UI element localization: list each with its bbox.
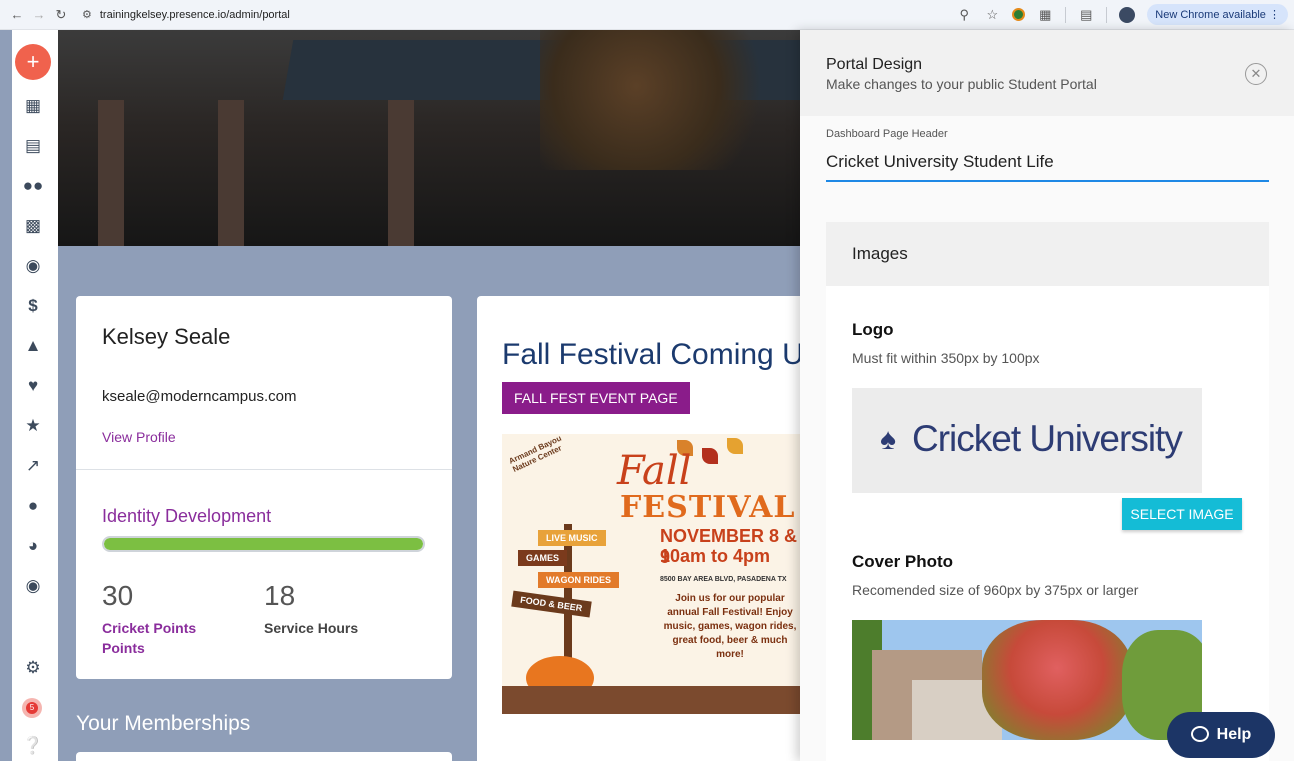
back-icon[interactable]: ← bbox=[6, 7, 28, 22]
document-icon[interactable]: ▤ bbox=[12, 136, 54, 156]
tab-search-icon[interactable]: ▤ bbox=[1078, 7, 1094, 23]
cover-photo-heading: Cover Photo bbox=[852, 552, 954, 571]
featured-event-card: Fall Festival Coming Up FALL FEST EVENT … bbox=[477, 296, 817, 761]
identity-development-title[interactable]: Identity Development bbox=[102, 506, 271, 527]
stat-value: 30 bbox=[102, 580, 134, 611]
profile-card: Kelsey Seale kseale@moderncampus.com Vie… bbox=[76, 296, 452, 679]
wolf-logo-icon: ♠ bbox=[880, 423, 896, 456]
logo-preview: ♠ Cricket University bbox=[852, 388, 1202, 493]
logo-hint: Must fit within 350px by 100px bbox=[852, 350, 1040, 366]
stat-label: Service Hours bbox=[264, 618, 358, 638]
poster-blurb: Join us for our popular annual Fall Fest… bbox=[663, 593, 797, 660]
poster-sign: GAMES bbox=[518, 550, 568, 566]
globe-icon[interactable]: ◉ bbox=[12, 256, 54, 276]
stat-label-line: Service Hours bbox=[264, 620, 359, 636]
new-chrome-button[interactable]: New Chrome available ⋮ bbox=[1147, 4, 1288, 25]
profile-avatar[interactable] bbox=[1119, 6, 1136, 23]
view-profile-link[interactable]: View Profile bbox=[102, 429, 176, 445]
poster-org: Armand Bayou Nature Center bbox=[507, 434, 564, 474]
stat-label-line: Points bbox=[102, 640, 145, 656]
profile-name: Kelsey Seale bbox=[102, 324, 231, 349]
leaf-icon bbox=[727, 438, 743, 454]
cover-image bbox=[58, 30, 800, 246]
poster-fall: Fall bbox=[617, 448, 692, 494]
fall-fest-event-button[interactable]: FALL FEST EVENT PAGE bbox=[502, 382, 690, 414]
poster-sign: LIVE MUSIC bbox=[538, 530, 606, 546]
toolbar-divider bbox=[1065, 6, 1067, 23]
hero-pillar bbox=[388, 100, 414, 246]
header-field-label: Dashboard Page Header bbox=[826, 128, 948, 140]
profile-email: kseale@moderncampus.com bbox=[102, 388, 297, 405]
panel-title: Portal Design bbox=[826, 56, 923, 73]
poster-time: 10am to 4pm bbox=[660, 546, 771, 566]
notification-icon[interactable]: 5 bbox=[22, 698, 42, 718]
gear-icon[interactable]: ⚙ bbox=[12, 658, 54, 678]
stat-label[interactable]: Cricket Points Points bbox=[102, 618, 196, 658]
hero-pillar bbox=[218, 100, 244, 246]
poster-sign: FOOD & BEER bbox=[511, 590, 592, 618]
puzzle-icon[interactable]: ▦ bbox=[1037, 7, 1053, 23]
leaf-icon bbox=[702, 448, 718, 464]
poster-address: 8500 BAY AREA BLVD, PASADENA TX bbox=[660, 576, 787, 583]
graduation-cap-icon[interactable]: ▲ bbox=[12, 336, 54, 356]
cover-tree bbox=[982, 620, 1132, 740]
chart-icon[interactable]: ↗ bbox=[12, 456, 54, 476]
select-image-button[interactable]: SELECT IMAGE bbox=[1122, 498, 1242, 530]
calendar-icon[interactable]: ▩ bbox=[12, 216, 54, 236]
sms-icon[interactable]: ◉ bbox=[12, 576, 54, 596]
bookmark-star-icon[interactable]: ☆ bbox=[984, 7, 1000, 23]
dollar-icon[interactable]: $ bbox=[12, 296, 54, 316]
poster-festival: FESTIVAL bbox=[620, 490, 796, 525]
site-info-icon[interactable]: ⚙ bbox=[82, 8, 92, 21]
logo-heading: Logo bbox=[852, 320, 894, 339]
extension-icon[interactable] bbox=[1012, 8, 1026, 21]
progress-fill bbox=[104, 538, 423, 550]
dashboard-header-input[interactable]: Cricket University Student Life bbox=[826, 152, 1054, 172]
hero-tree bbox=[540, 30, 780, 170]
groups-icon[interactable]: ●● bbox=[12, 176, 54, 196]
reload-icon[interactable]: ↻ bbox=[50, 7, 72, 23]
browser-toolbar: ← → ↻ ⚙ trainingkelsey.presence.io/admin… bbox=[0, 0, 1294, 30]
stat-label-line: Cricket Points bbox=[102, 620, 197, 636]
cover-photo-hint: Recomended size of 960px by 375px or lar… bbox=[852, 582, 1139, 598]
card-divider bbox=[76, 469, 452, 470]
star-icon[interactable]: ★ bbox=[12, 416, 54, 436]
notification-badge: 5 bbox=[26, 702, 38, 714]
help-button[interactable]: Help bbox=[1167, 712, 1275, 758]
address-bar[interactable]: trainingkelsey.presence.io/admin/portal bbox=[100, 9, 290, 21]
help-label: Help bbox=[1216, 726, 1252, 743]
input-underline bbox=[826, 180, 1269, 182]
help-circle-icon[interactable]: ❔ bbox=[12, 736, 54, 756]
event-poster[interactable]: Armand Bayou Nature Center Fall FESTIVAL… bbox=[502, 434, 802, 714]
poster-sign: WAGON RIDES bbox=[538, 572, 620, 588]
portal-design-panel: Portal Design Make changes to your publi… bbox=[800, 30, 1294, 761]
memberships-heading: Your Memberships bbox=[76, 712, 251, 735]
compass-icon[interactable]: ◕ bbox=[12, 536, 54, 556]
panel-subtitle: Make changes to your public Student Port… bbox=[826, 76, 1097, 92]
stat-value: 18 bbox=[264, 580, 296, 611]
images-section: Images Logo Must fit within 350px by 100… bbox=[826, 222, 1269, 761]
panel-header: Portal Design Make changes to your publi… bbox=[800, 30, 1294, 116]
cover-photo-preview bbox=[852, 620, 1202, 740]
logo-text: Cricket University bbox=[912, 418, 1183, 459]
plus-icon[interactable]: + bbox=[15, 44, 51, 80]
toolbar-divider bbox=[1106, 6, 1108, 23]
zoom-icon[interactable]: ⚲ bbox=[956, 7, 972, 23]
hand-heart-icon[interactable]: ♥ bbox=[12, 376, 54, 396]
membership-card bbox=[76, 752, 452, 761]
person-icon[interactable]: ● bbox=[12, 496, 54, 516]
poster-ground bbox=[502, 686, 802, 714]
images-title: Images bbox=[852, 244, 908, 263]
chat-bubble-icon bbox=[1190, 726, 1209, 742]
close-icon[interactable]: ✕ bbox=[1245, 63, 1267, 85]
hero-pillar bbox=[98, 100, 124, 246]
left-nav-rail: + ▦ ▤ ●● ▩ ◉ $ ▲ ♥ ★ ↗ ● ◕ ◉ ⚙ 5 ❔ bbox=[12, 30, 58, 761]
dashboard-icon[interactable]: ▦ bbox=[12, 96, 54, 116]
panel-body: Dashboard Page Header Cricket University… bbox=[800, 116, 1294, 761]
featured-title: Fall Festival Coming Up bbox=[502, 338, 817, 371]
forward-icon[interactable]: → bbox=[28, 7, 50, 22]
identity-progress-bar bbox=[102, 536, 425, 552]
